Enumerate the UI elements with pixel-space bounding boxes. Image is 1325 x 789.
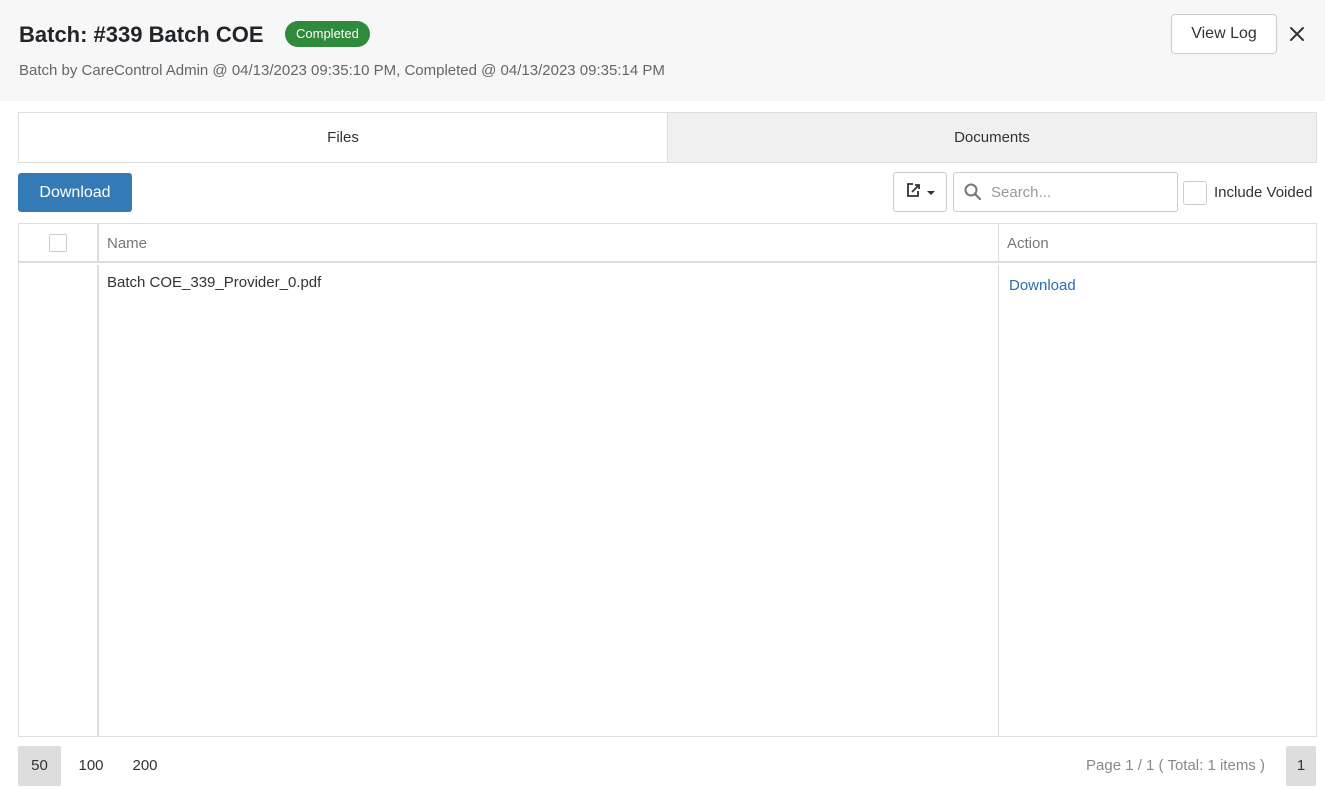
check-column — [19, 265, 99, 736]
grid-header: Name Action — [19, 224, 1316, 263]
column-header-name[interactable]: Name — [99, 224, 999, 263]
tab-bar: Files Documents — [18, 112, 1317, 163]
tab-files[interactable]: Files — [19, 113, 667, 162]
search-box — [953, 172, 1178, 212]
page-title: Batch: #339 Batch COE — [19, 22, 264, 47]
select-all-cell — [19, 224, 99, 263]
include-voided-checkbox[interactable] — [1183, 181, 1207, 205]
include-voided-label: Include Voided — [1214, 184, 1313, 201]
column-header-action: Action — [1007, 235, 1049, 252]
select-all-checkbox[interactable] — [49, 234, 67, 252]
search-icon — [964, 183, 982, 201]
page-number-button[interactable]: 1 — [1286, 746, 1316, 786]
file-name: Batch COE_339_Provider_0.pdf — [107, 274, 322, 291]
batch-subtitle: Batch by CareControl Admin @ 04/13/2023 … — [19, 62, 665, 79]
download-button[interactable]: Download — [18, 173, 132, 212]
page-size-100[interactable]: 100 — [70, 746, 112, 786]
files-grid: Name Action Batch COE_339_Provider_0.pdf… — [18, 223, 1317, 737]
page-info: Page 1 / 1 ( Total: 1 items ) — [1086, 757, 1265, 774]
chevron-down-icon — [927, 183, 935, 201]
close-icon[interactable] — [1285, 22, 1309, 46]
export-icon — [905, 181, 923, 204]
modal-header: Batch: #339 Batch COE Completed Batch by… — [0, 0, 1325, 101]
row-download-link[interactable]: Download — [1009, 276, 1076, 296]
tab-documents[interactable]: Documents — [667, 113, 1316, 162]
page-size-200[interactable]: 200 — [124, 746, 166, 786]
export-button[interactable] — [893, 172, 947, 212]
search-input[interactable] — [991, 173, 1171, 211]
status-badge: Completed — [285, 21, 370, 47]
page-size-50[interactable]: 50 — [18, 746, 61, 786]
table-row: Batch COE_339_Provider_0.pdf — [99, 265, 999, 736]
view-log-button[interactable]: View Log — [1171, 14, 1277, 54]
